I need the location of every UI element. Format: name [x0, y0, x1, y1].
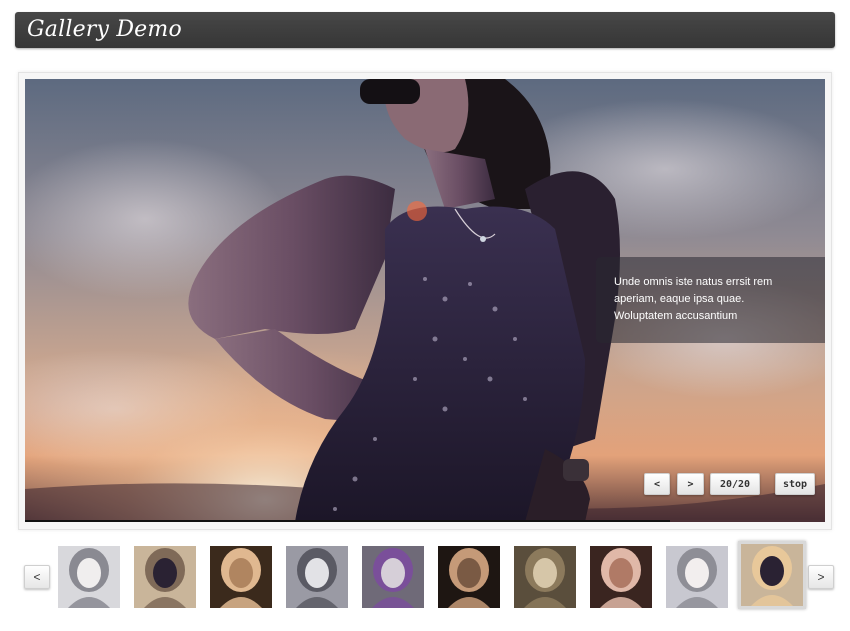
stop-button[interactable]: stop	[775, 473, 815, 495]
gallery-page: Gallery Demo Unde omnis iste natus errsi…	[0, 0, 850, 631]
slide-caption: Unde omnis iste natus errsit rem aperiam…	[596, 257, 825, 343]
caption-line: aperiam, eaque ipsa quae.	[614, 293, 745, 305]
thumbnail-4[interactable]	[286, 546, 348, 608]
thumbnails-next-button[interactable]: >	[808, 565, 834, 589]
page-title: Gallery Demo	[27, 17, 182, 42]
thumbnail-3[interactable]	[210, 546, 272, 608]
thumbnail-9[interactable]	[666, 546, 728, 608]
caption-line: Unde omnis iste natus errsit rem	[614, 276, 773, 288]
thumbnail-7[interactable]	[514, 546, 576, 608]
thumbnail-8[interactable]	[590, 546, 652, 608]
thumbnail-10[interactable]	[738, 541, 806, 609]
thumbnail-5[interactable]	[362, 546, 424, 608]
thumbnail-6[interactable]	[438, 546, 500, 608]
header-bar: Gallery Demo	[15, 12, 835, 48]
slide-counter: 20/20	[710, 473, 760, 495]
slide-progress-bar	[25, 520, 825, 522]
slide-progress-fill	[25, 520, 670, 522]
slideshow-stage[interactable]: Unde omnis iste natus errsit rem aperiam…	[25, 79, 825, 522]
thumbnail-2[interactable]	[134, 546, 196, 608]
prev-slide-button[interactable]: <	[644, 473, 670, 495]
next-slide-button[interactable]: >	[677, 473, 704, 495]
slideshow-frame: Unde omnis iste natus errsit rem aperiam…	[18, 72, 832, 530]
thumbnails-prev-button[interactable]: <	[24, 565, 50, 589]
thumbnail-1[interactable]	[58, 546, 120, 608]
caption-line: Woluptatem accusantium	[614, 310, 738, 322]
